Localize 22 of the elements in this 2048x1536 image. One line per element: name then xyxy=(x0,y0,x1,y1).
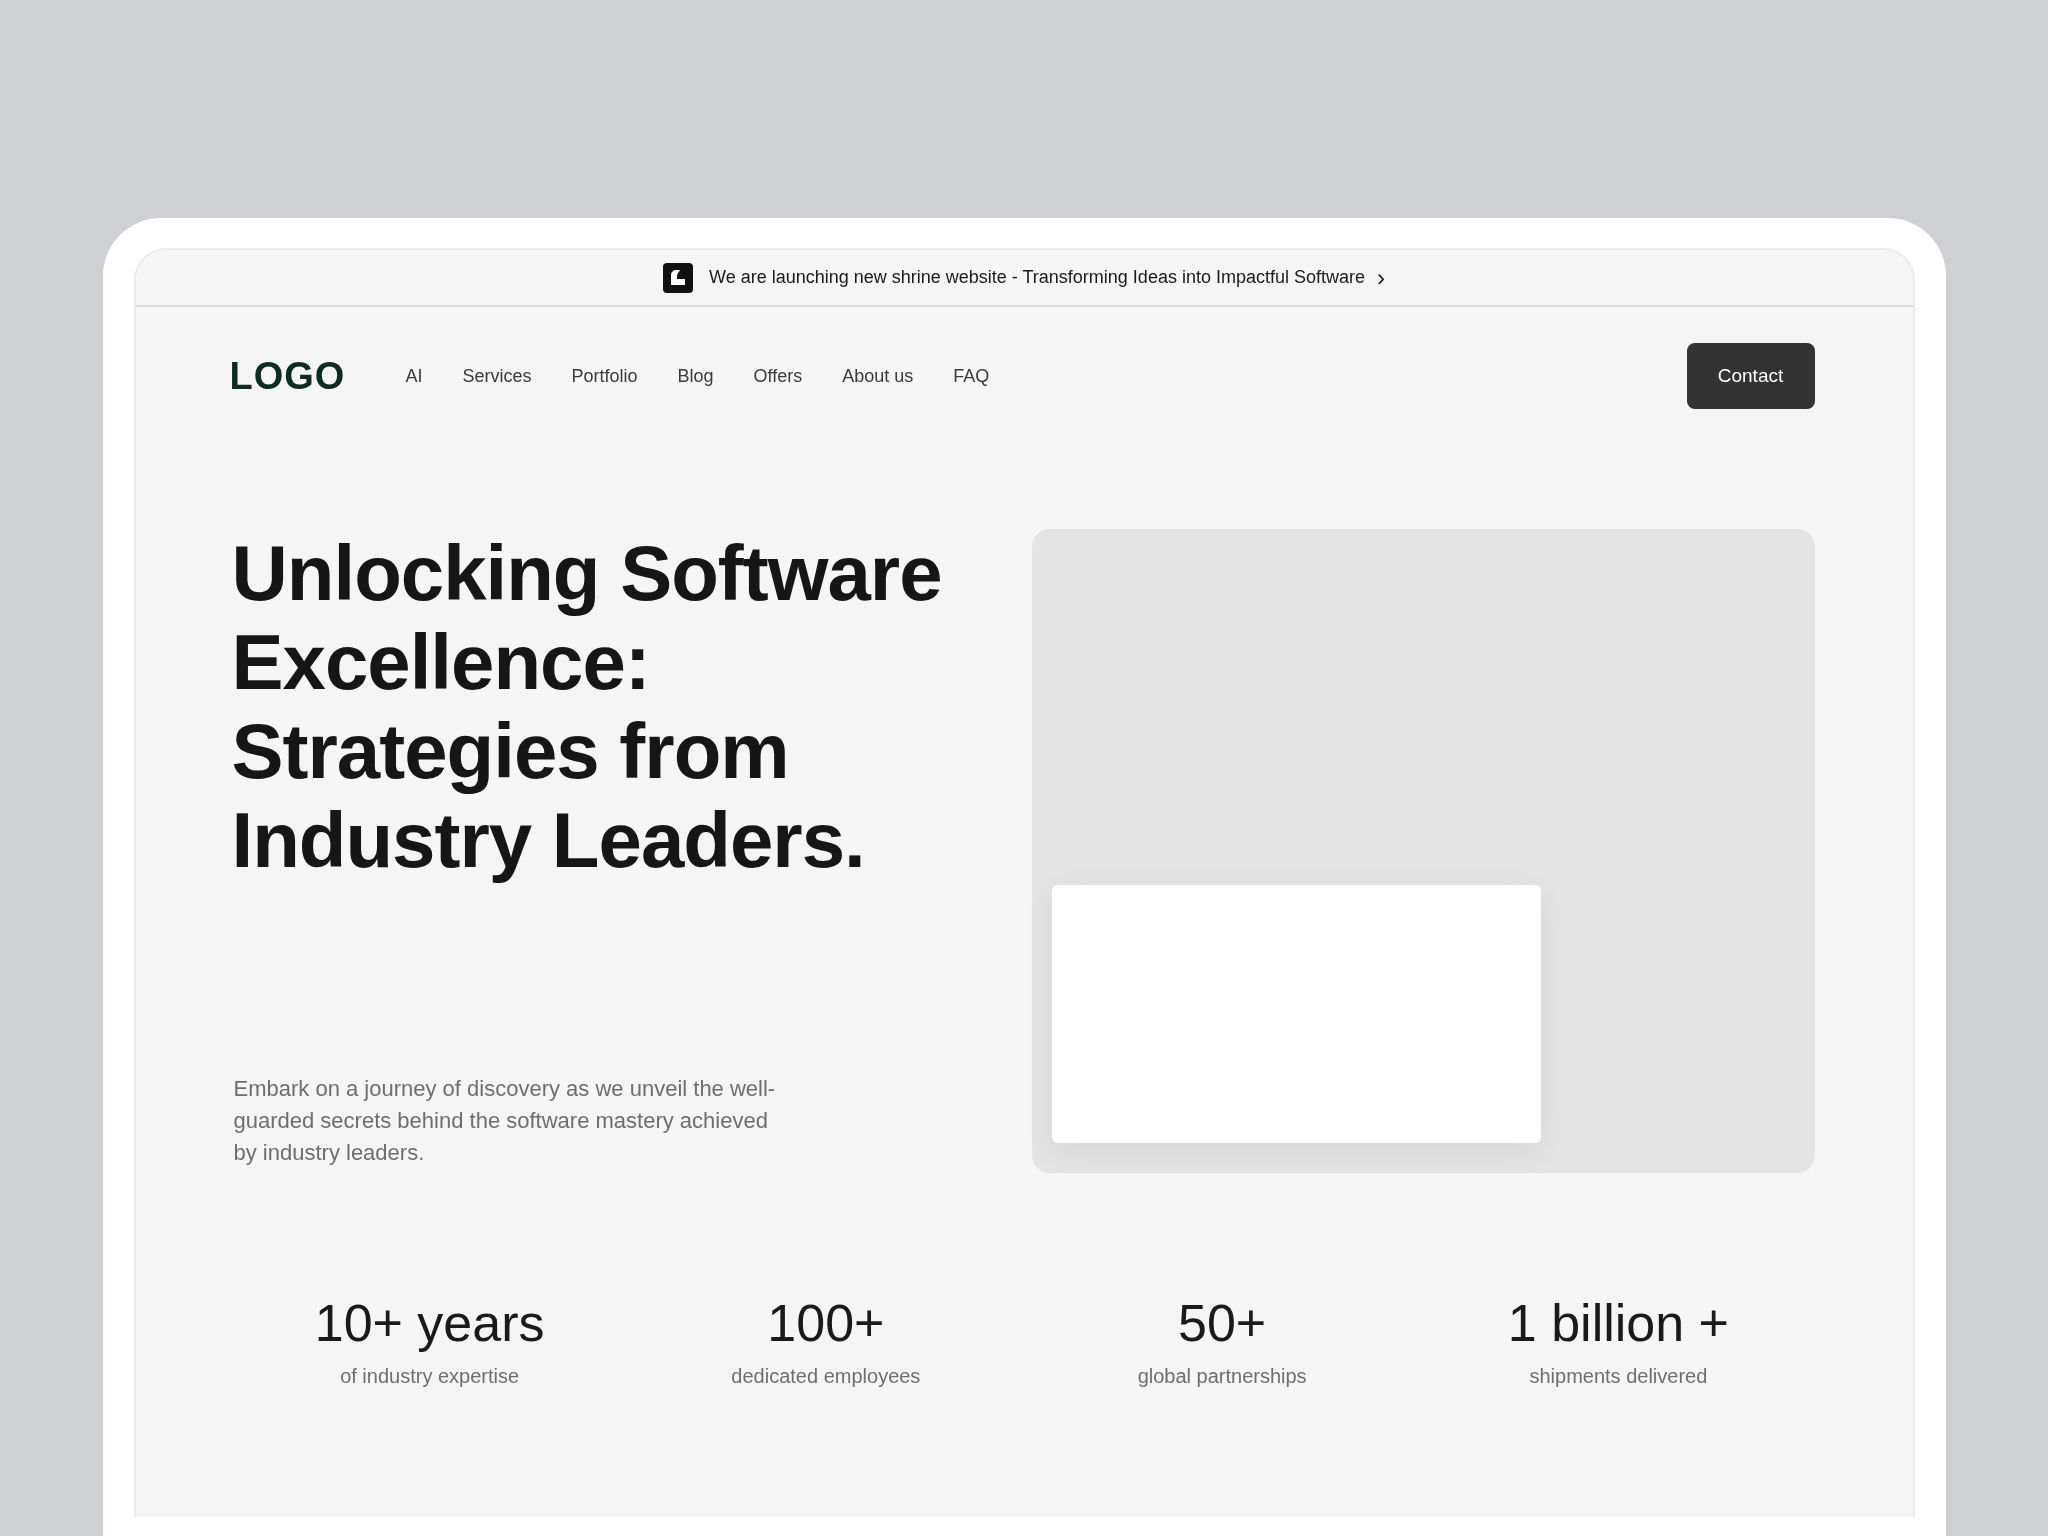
announcement-text: We are launching new shrine website - Transforming Ideas into Impactful Software xyxy=(709,267,1365,288)
stat-label: of industry expertise xyxy=(340,1365,520,1388)
stat-label: dedicated employees xyxy=(731,1365,921,1388)
contact-button[interactable]: Contact xyxy=(1686,343,1815,409)
stat-value: 50+ xyxy=(1178,1293,1267,1353)
logo[interactable]: LOGO xyxy=(229,354,346,398)
nav-link[interactable]: Offers xyxy=(753,365,803,387)
nav-link[interactable]: FAQ xyxy=(953,365,990,387)
nav-link[interactable]: Services xyxy=(462,365,532,387)
nav-link[interactable]: Blog xyxy=(677,365,714,387)
chevron-icon[interactable]: › xyxy=(1377,263,1385,292)
stat-label: shipments delivered xyxy=(1529,1365,1708,1388)
stat-label: global partnerships xyxy=(1137,1365,1307,1388)
stat-value: 100+ xyxy=(767,1293,885,1353)
nav-link[interactable]: Portfolio xyxy=(571,365,638,387)
nav-link[interactable]: About us xyxy=(842,365,914,387)
stat-value: 10+ years xyxy=(314,1293,545,1353)
stat-value: 1 billion + xyxy=(1507,1293,1729,1353)
hero-heading: Unlocking Software Excellence: Strategies from Industry Leaders. xyxy=(231,529,943,885)
hero-description: Embark on a journey of discovery as we unveil the well-guarded secrets behind the software mastery achieved by industry leaders. xyxy=(233,1075,777,1167)
brand-icon xyxy=(663,262,693,293)
nav-link[interactable]: AI xyxy=(405,365,423,387)
